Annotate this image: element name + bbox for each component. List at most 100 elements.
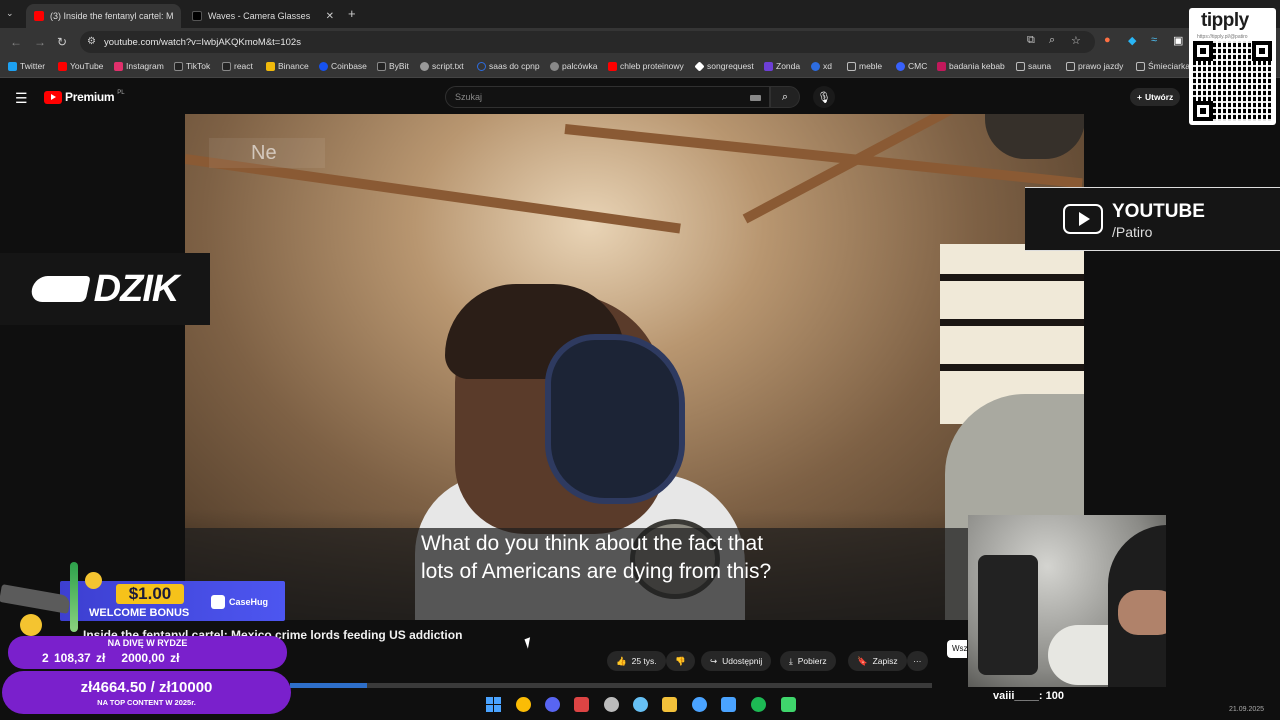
notes-icon[interactable]	[781, 697, 796, 712]
youtube-header: ☰ Premium PL Szukaj ⌕ 🎙 + Utwórz	[0, 82, 1280, 112]
tipply-qr-overlay: tipply https://tipply.pl/@patiro	[1189, 8, 1276, 125]
chrome-icon[interactable]	[516, 697, 531, 712]
thumbs-up-icon: 👍	[616, 655, 627, 666]
tab-label: (3) Inside the fentanyl cartel: M	[50, 11, 174, 21]
goal1-target: 2000,00 zł	[121, 651, 180, 665]
bookmark-instagram[interactable]: Instagram	[114, 61, 164, 71]
thumbs-down-icon: 👎	[675, 655, 686, 666]
bookmark-youtube[interactable]: YouTube	[58, 61, 103, 71]
back-icon[interactable]: ←	[10, 35, 22, 49]
close-tab-icon[interactable]: ✕	[326, 11, 334, 22]
bookmark-prawo-jazdy[interactable]: prawo jazdy	[1066, 61, 1123, 71]
bookmark-twitter[interactable]: Twitter	[8, 61, 45, 71]
search-input[interactable]: Szukaj	[445, 86, 770, 108]
app-gray-icon[interactable]	[604, 697, 619, 712]
extension-wave-icon[interactable]: ≈	[1151, 34, 1157, 46]
reload-icon[interactable]: ↻	[57, 35, 67, 49]
zoom-icon[interactable]: ⌕	[1049, 34, 1055, 47]
gas-mask	[545, 334, 685, 504]
bookmark-script[interactable]: script.txt	[420, 61, 464, 71]
extensions-puzzle-icon[interactable]: ▣	[1173, 34, 1183, 47]
create-button[interactable]: + Utwórz	[1130, 88, 1181, 106]
extension-fox-icon[interactable]: ●	[1104, 34, 1111, 46]
voice-search-button[interactable]: 🎙	[813, 86, 835, 108]
keyboard-icon[interactable]	[750, 95, 761, 101]
bookmark-coinbase[interactable]: Coinbase	[319, 61, 367, 71]
bookmark-meble[interactable]: meble	[847, 61, 882, 71]
hand	[1118, 590, 1166, 635]
tab-waves[interactable]: Waves - Camera Glasses ✕	[184, 4, 342, 28]
new-tab-button[interactable]: +	[348, 6, 356, 21]
discord-icon[interactable]	[545, 697, 560, 712]
bookmark-xd[interactable]: xd	[811, 61, 832, 71]
filter-chip-all[interactable]: Wsz	[947, 640, 968, 658]
address-bar[interactable]: ⚙ youtube.com/watch?v=IwbjAKQKmoM&t=102s	[80, 31, 1095, 53]
menu-icon[interactable]: ☰	[15, 90, 28, 107]
dzik-overlay: DZIK	[0, 253, 210, 325]
c-app-icon[interactable]	[692, 697, 707, 712]
bookmark-palcowka[interactable]: palcówka	[550, 61, 597, 71]
bookmark-binance[interactable]: Binance	[266, 61, 309, 71]
file-explorer-icon[interactable]	[662, 697, 677, 712]
close-tab-icon[interactable]: ✕	[180, 11, 181, 22]
tab-youtube-video[interactable]: (3) Inside the fentanyl cartel: M ✕	[26, 4, 181, 28]
youtube-favicon-icon	[34, 11, 44, 21]
share-button[interactable]: ↪ Udostępnij	[701, 651, 772, 671]
bookmark-zonda[interactable]: Zonda	[764, 61, 800, 71]
forward-icon[interactable]: →	[34, 35, 46, 49]
video-player[interactable]: Ne What do you think about the fact that…	[185, 114, 1084, 620]
search-button[interactable]: ⌕	[770, 86, 800, 108]
app-red-icon[interactable]	[574, 697, 589, 712]
steam-icon[interactable]	[633, 697, 648, 712]
bookmark-chleb[interactable]: chleb proteinowy	[608, 61, 684, 71]
windows-start-icon[interactable]	[486, 697, 501, 712]
bookmark-star-icon[interactable]: ☆	[1071, 34, 1081, 47]
chair	[978, 555, 1038, 675]
cap-shape	[985, 114, 1084, 159]
tab-label: Waves - Camera Glasses	[208, 11, 311, 21]
xd-icon	[811, 61, 820, 71]
globe-icon	[550, 61, 559, 71]
like-button[interactable]: 👍 25 tys.	[607, 651, 666, 671]
bonus-label: WELCOME BONUS	[89, 607, 190, 619]
save-button[interactable]: 🔖 Zapisz	[848, 651, 907, 671]
kebab-icon	[937, 61, 946, 71]
casehug-cube-icon	[211, 595, 225, 609]
bookmark-saas[interactable]: saas do cpnp	[477, 61, 540, 71]
search-icon: ⌕	[781, 90, 789, 103]
bookmark-cmc[interactable]: CMC	[896, 61, 927, 71]
subtitle-text: What do you think about the fact that lo…	[421, 532, 772, 583]
folder-icon	[1016, 61, 1025, 71]
install-app-icon[interactable]: ⧉	[1027, 34, 1035, 47]
folder-icon	[847, 61, 856, 71]
bookmark-smieciarka[interactable]: Śmieciarka	[1136, 61, 1190, 71]
bookmark-tiktok[interactable]: TikTok	[174, 61, 210, 71]
download-button[interactable]: ⤓ Pobierz	[780, 651, 836, 671]
globe-icon	[477, 61, 486, 71]
dislike-button[interactable]: 👎	[666, 651, 695, 671]
more-button[interactable]: ···	[907, 651, 928, 671]
casehug-logo: CaseHug	[211, 595, 268, 609]
bookmark-songrequest[interactable]: songrequest	[694, 60, 754, 72]
tab-search-icon[interactable]: ⌄	[6, 8, 14, 19]
boar-icon	[28, 276, 91, 302]
bookmark-bybit[interactable]: ByBit	[377, 61, 409, 71]
folder-icon	[1066, 61, 1075, 71]
url-text: youtube.com/watch?v=IwbjAKQKmoM&t=102s	[104, 36, 301, 48]
cmc-icon	[896, 61, 905, 71]
coinbase-icon	[319, 61, 328, 71]
spotify-icon[interactable]	[751, 697, 766, 712]
bookmark-badania-kebab[interactable]: badania kebab	[937, 61, 1005, 71]
binance-icon	[266, 61, 275, 71]
waves-favicon-icon	[192, 11, 202, 21]
site-info-icon[interactable]: ⚙	[87, 36, 96, 47]
play-icon	[1063, 204, 1103, 234]
youtube-icon	[58, 61, 67, 71]
extension-blue-icon[interactable]: ◆	[1128, 34, 1136, 47]
bookmark-react[interactable]: react	[222, 61, 253, 71]
bookmark-sauna[interactable]: sauna	[1016, 61, 1051, 71]
tiktok-icon	[222, 61, 231, 71]
tool-icon[interactable]	[721, 697, 736, 712]
youtube-logo[interactable]: Premium PL	[44, 90, 125, 104]
tiktok-icon	[174, 61, 183, 71]
